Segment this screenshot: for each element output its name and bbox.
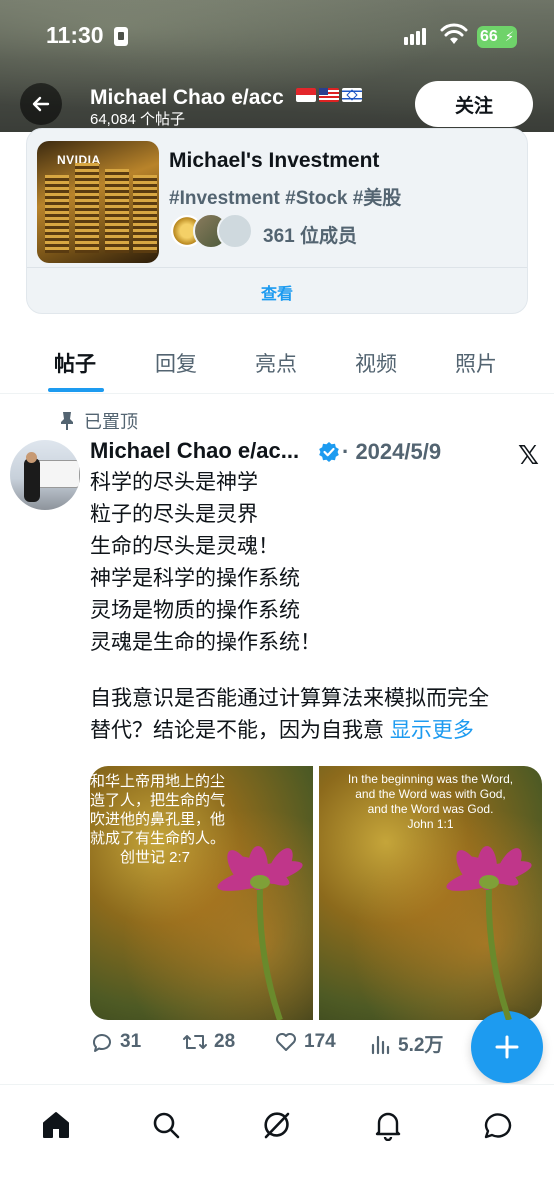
charging-icon: ⚡ xyxy=(504,29,514,44)
plus-icon xyxy=(495,1035,519,1059)
image-caption: 和华上帝用地上的尘 造了人，把生命的气 吹进他的鼻孔里，他 就成了有生命的人。 … xyxy=(90,772,300,867)
community-card[interactable]: NVIDIA Michael's Investment #Investment … xyxy=(26,128,528,314)
bottom-navigation xyxy=(0,1084,554,1200)
repost-icon xyxy=(183,1035,207,1049)
caption-line: 造了人，把生命的气 xyxy=(90,792,226,809)
caption-line: 吹进他的鼻孔里，他 xyxy=(90,811,226,828)
post-line: 灵魂是生命的操作系统！ xyxy=(90,631,321,654)
repost-button[interactable]: 28 xyxy=(182,1030,235,1054)
header-display-name: Michael Chao e/acc xyxy=(90,86,284,109)
repost-count: 28 xyxy=(214,1031,236,1052)
post-actions: 31 28 174 5.2万 xyxy=(90,1030,490,1060)
tab-photos[interactable]: 照片 xyxy=(455,348,497,378)
caption-line: In the beginning was the Word, xyxy=(347,772,514,786)
tab-highlights[interactable]: 亮点 xyxy=(255,348,297,378)
community-name: Michael's Investment xyxy=(169,149,380,172)
views-icon xyxy=(371,1035,390,1054)
profile-header: 11:30 66 ⚡ Michael Chao e/acc 64,084 个帖子… xyxy=(0,0,554,132)
pin-icon xyxy=(61,412,73,430)
caption-reference: 创世记 2:7 xyxy=(120,849,191,866)
arrow-left-icon xyxy=(32,96,50,112)
show-more-link[interactable]: 显示更多 xyxy=(390,719,474,742)
like-count: 174 xyxy=(304,1031,336,1052)
reply-icon xyxy=(93,1034,111,1052)
post-media: 和华上帝用地上的尘 造了人，把生命的气 吹进他的鼻孔里，他 就成了有生命的人。 … xyxy=(90,766,542,1020)
caption-line: John 1:1 xyxy=(407,817,454,831)
post-count: 64,084 个帖子 xyxy=(90,111,186,128)
image-caption: In the beginning was the Word, and the W… xyxy=(319,772,542,832)
status-time: 11:30 xyxy=(46,22,104,48)
lock-icon xyxy=(114,27,128,46)
divider xyxy=(27,267,527,268)
post-image-2[interactable]: In the beginning was the Word, and the W… xyxy=(319,766,542,1020)
battery-level: 66 xyxy=(480,28,498,45)
view-community-link[interactable]: 查看 xyxy=(27,280,527,304)
reply-button[interactable]: 31 xyxy=(90,1030,141,1054)
community-tags: #Investment #Stock #美股 xyxy=(169,188,402,209)
tab-replies[interactable]: 回复 xyxy=(155,348,197,378)
views-button[interactable]: 5.2万 xyxy=(370,1030,443,1057)
compose-button[interactable] xyxy=(471,1011,543,1083)
member-avatars xyxy=(169,213,253,249)
heart-icon xyxy=(276,1033,296,1051)
avatar[interactable] xyxy=(10,440,80,510)
home-icon[interactable] xyxy=(40,1109,72,1141)
battery-indicator: 66 ⚡ xyxy=(477,26,517,48)
post-line: 灵场是物质的操作系统 xyxy=(90,599,300,622)
post-line: 粒子的尽头是灵界 xyxy=(90,503,258,526)
post-body: 科学的尽头是神学 粒子的尽头是灵界 生命的尽头是灵魂！ 神学是科学的操作系统 灵… xyxy=(90,467,540,747)
post-line: 生命的尽头是灵魂！ xyxy=(90,535,279,558)
pinned-label: 已置顶 xyxy=(60,408,138,434)
community-thumbnail: NVIDIA xyxy=(37,141,159,263)
reply-count: 31 xyxy=(120,1031,142,1052)
caption-line: and the Word was with God, xyxy=(355,787,506,801)
post-date[interactable]: · 2024/5/9 xyxy=(342,439,441,465)
view-count: 5.2万 xyxy=(398,1035,444,1056)
cellular-signal-icon xyxy=(404,28,426,45)
flower-image xyxy=(217,846,303,1020)
like-button[interactable]: 174 xyxy=(274,1030,336,1054)
bell-icon[interactable] xyxy=(372,1109,404,1141)
tab-videos[interactable]: 视频 xyxy=(355,348,397,378)
post-line-text: 替代？结论是不能，因为自我意 xyxy=(90,719,390,742)
pinned-text: 已置顶 xyxy=(84,412,138,432)
post-line: 神学是科学的操作系统 xyxy=(90,567,300,590)
message-icon[interactable] xyxy=(482,1109,514,1141)
avatar xyxy=(217,213,253,249)
caption-line: and the Word was God. xyxy=(367,802,494,816)
post-line: 替代？结论是不能，因为自我意 显示更多 xyxy=(90,715,540,747)
active-tab-indicator xyxy=(48,388,104,392)
post-line: 自我意识是否能通过计算算法来模拟而完全 xyxy=(90,687,489,710)
grok-icon[interactable] xyxy=(261,1109,293,1141)
usa-flag-icon xyxy=(319,88,339,102)
member-count: 361 位成员 xyxy=(263,226,357,247)
verified-badge-icon xyxy=(319,442,339,462)
israel-flag-icon xyxy=(342,88,362,102)
search-icon[interactable] xyxy=(150,1109,182,1141)
post-image-1[interactable]: 和华上帝用地上的尘 造了人，把生命的气 吹进他的鼻孔里，他 就成了有生命的人。 … xyxy=(90,766,313,1020)
singapore-flag-icon xyxy=(296,88,316,102)
caption-line: 和华上帝用地上的尘 xyxy=(90,773,226,790)
wifi-icon xyxy=(440,23,468,44)
tab-posts[interactable]: 帖子 xyxy=(54,348,96,378)
follow-button[interactable]: 关注 xyxy=(415,81,533,127)
back-button[interactable] xyxy=(20,83,62,125)
post-author-name[interactable]: Michael Chao e/ac... xyxy=(90,438,299,464)
profile-tabs: 帖子 回复 亮点 视频 照片 xyxy=(0,336,554,394)
caption-line: 就成了有生命的人。 xyxy=(90,830,226,847)
flower-image xyxy=(446,846,532,1020)
flag-emojis xyxy=(296,88,362,102)
post-line: 科学的尽头是神学 xyxy=(90,471,258,494)
